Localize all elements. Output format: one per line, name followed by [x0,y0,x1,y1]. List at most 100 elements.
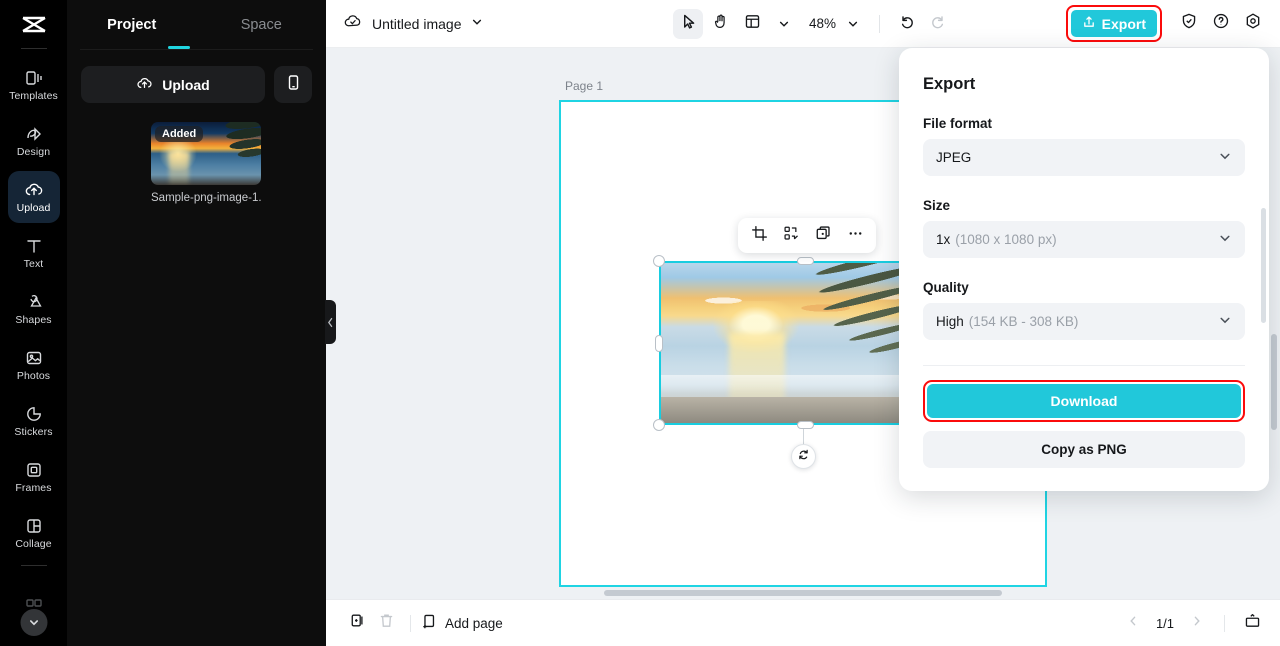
sidebar-item-label: Shapes [15,314,52,326]
delete-page-button[interactable] [372,609,400,637]
sidebar-item-frames[interactable]: Frames [8,451,60,503]
document-title: Untitled image [372,15,462,32]
sidebar-item-label: Frames [15,482,52,494]
duplicate-icon [815,225,832,247]
zoom-level-value[interactable]: 48% [809,16,836,31]
capcut-logo[interactable] [14,10,54,44]
zoom-caret-icon[interactable] [838,9,868,39]
sidebar-item-label: Design [16,146,51,158]
share-upload-icon [1082,15,1096,32]
next-page-button[interactable] [1183,609,1211,637]
hand-icon [712,13,729,35]
uploaded-asset-item[interactable]: Added Sample-png-image-1... [151,122,261,204]
sidebar-item-templates[interactable]: Templates [8,59,60,111]
select-tool-button[interactable] [673,8,703,39]
collapse-panel-handle[interactable] [325,300,336,344]
sidebar-item-collage[interactable]: Collage [8,507,60,559]
crop-button[interactable] [744,221,774,251]
sidebar-item-label: Stickers [14,426,53,438]
expand-sidebar-button[interactable] [20,609,47,636]
resize-handle-middle-left[interactable] [655,335,663,352]
hand-tool-button[interactable] [705,9,735,39]
photos-icon [24,348,44,368]
layout-caret-icon[interactable] [769,9,799,39]
quality-detail: (154 KB - 308 KB) [968,314,1079,329]
resize-handle-bottom-center[interactable] [797,421,814,429]
sidebar-item-stickers[interactable]: Stickers [8,395,60,447]
document-title-group[interactable]: Untitled image [343,12,483,35]
help-button[interactable] [1207,10,1235,38]
export-divider [923,365,1245,366]
undo-button[interactable] [891,9,921,39]
security-button[interactable] [1175,10,1203,38]
canvas-horizontal-scrollbar[interactable] [604,590,1002,596]
design-icon [24,124,44,144]
export-panel-scrollbar[interactable] [1261,208,1266,323]
resize-handle-top-center[interactable] [797,257,814,265]
resize-handle-top-left[interactable] [653,255,665,267]
resize-handle-bottom-left[interactable] [653,419,665,431]
project-panel: Project Space Upload Added Sample-png-im… [67,0,336,646]
export-button-highlight: Export [1065,5,1162,42]
quality-label: Quality [923,280,969,295]
gear-hexagon-icon [1244,12,1262,35]
top-toolbar: Untitled image 48% Export [326,0,1280,48]
sidebar-item-label: Text [23,258,44,270]
add-page-button[interactable]: Add page [421,613,503,633]
tab-active-indicator [168,46,190,49]
thumbnail-palm-frond [193,122,261,179]
remove-background-button[interactable] [776,221,806,251]
export-panel-title: Export [923,75,976,93]
ellipsis-icon [847,225,864,247]
more-options-button[interactable] [840,221,870,251]
shapes-icon [24,292,44,312]
sidebar-item-photos[interactable]: Photos [8,339,60,391]
toolbar-divider [879,14,881,33]
collage-icon [24,516,44,536]
cursor-arrow-icon [680,13,697,35]
upload-button-label: Upload [162,76,210,93]
duplicate-button[interactable] [808,221,838,251]
asset-thumbnail: Added [151,122,261,185]
duplicate-page-button[interactable] [344,609,372,637]
export-button-label: Export [1101,15,1146,32]
prev-page-button[interactable] [1119,609,1147,637]
sidebar-item-upload[interactable]: Upload [7,171,60,223]
export-button[interactable]: Export [1070,10,1157,37]
duplicate-page-icon [350,612,367,634]
copy-as-png-button[interactable]: Copy as PNG [923,431,1245,468]
file-format-select[interactable]: JPEG [923,139,1245,176]
rotate-handle[interactable] [791,444,816,469]
page-indicator: 1/1 [1155,615,1175,631]
bottom-divider-right [1224,614,1225,632]
sidebar-item-shapes[interactable]: Shapes [8,283,60,335]
canvas-vertical-scrollbar[interactable] [1271,334,1277,430]
layout-tool-button[interactable] [737,9,767,39]
sidebar-item-label: Photos [16,370,51,382]
layout-panel-icon [744,13,761,35]
sidebar-item-label: Upload [16,202,51,214]
download-button[interactable]: Download [927,384,1241,418]
canvas-tools: 48% [673,8,953,39]
upload-button[interactable]: Upload [81,66,265,103]
rotate-icon [797,448,810,466]
chevron-left-icon [1127,614,1139,632]
upload-from-phone-button[interactable] [274,66,312,103]
tab-space[interactable]: Space [197,17,327,33]
redo-arrow-icon [930,13,947,35]
sidebar-item-text[interactable]: Text [8,227,60,279]
magic-shapes-icon [783,225,800,247]
templates-icon [24,68,44,88]
redo-button[interactable] [923,9,953,39]
settings-button[interactable] [1239,10,1267,38]
sidebar-item-design[interactable]: Design [8,115,60,167]
chevron-down-icon[interactable] [471,15,483,33]
frames-icon [24,460,44,480]
tab-project[interactable]: Project [67,17,197,33]
undo-arrow-icon [898,13,915,35]
quality-select[interactable]: High (154 KB - 308 KB) [923,303,1245,340]
size-select[interactable]: 1x (1080 x 1080 px) [923,221,1245,258]
asset-filename: Sample-png-image-1... [151,192,261,204]
present-button[interactable] [1238,609,1266,637]
trash-icon [378,612,395,634]
